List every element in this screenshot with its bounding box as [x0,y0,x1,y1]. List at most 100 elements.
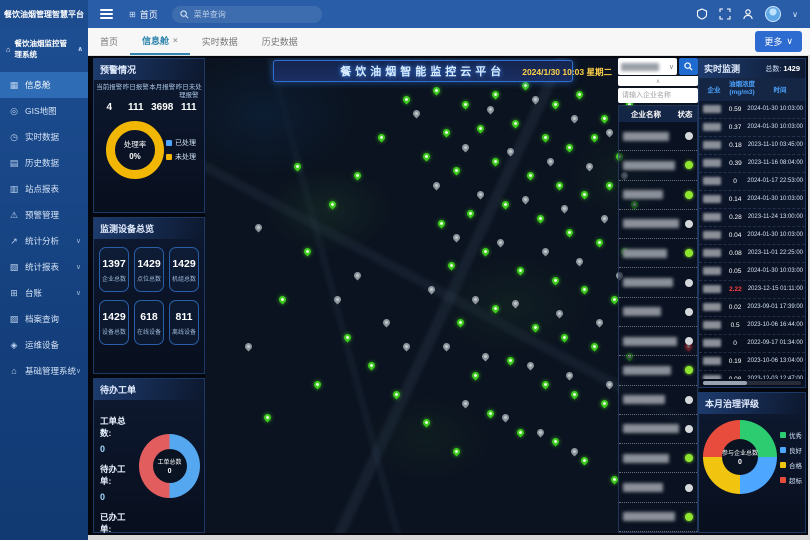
marker-online[interactable] [560,332,570,342]
sidebar-item-7[interactable]: ↗统计分析∨ [0,228,88,254]
marker-online[interactable] [476,123,486,133]
marker-online[interactable] [352,171,362,181]
marker-offline[interactable] [560,204,570,214]
realtime-row-11[interactable]: 2.222023-12-15 01:11:00 [699,281,805,299]
marker-offline[interactable] [604,380,614,390]
marker-offline[interactable] [426,285,436,295]
marker-offline[interactable] [535,427,545,437]
device-card-6[interactable]: 811离线设备 [169,300,199,345]
realtime-row-5[interactable]: 02024-01-17 22:53:00 [699,173,805,191]
marker-online[interactable] [515,427,525,437]
sidebar-item-1[interactable]: ▦信息舱 [0,72,88,98]
marker-online[interactable] [441,128,451,138]
company-row-13[interactable] [619,473,697,502]
marker-online[interactable] [595,237,605,247]
realtime-row-15[interactable]: 0.192023-10-06 13:04:00 [699,353,805,371]
realtime-row-2[interactable]: 0.372024-01-30 10:03:00 [699,119,805,137]
company-row-14[interactable] [619,503,697,532]
realtime-row-12[interactable]: 0.022023-09-01 17:39:00 [699,299,805,317]
device-card-2[interactable]: 1429点位总数 [134,247,164,292]
marker-online[interactable] [377,133,387,143]
marker-offline[interactable] [461,399,471,409]
tab-4[interactable]: 历史数据 [250,28,310,55]
marker-offline[interactable] [461,142,471,152]
marker-online[interactable] [293,161,303,171]
marker-online[interactable] [421,418,431,428]
marker-offline[interactable] [451,232,461,242]
marker-online[interactable] [421,152,431,162]
marker-online[interactable] [570,389,580,399]
marker-online[interactable] [303,247,313,257]
realtime-row-14[interactable]: 02022-09-17 01:34:00 [699,335,805,353]
marker-offline[interactable] [352,270,362,280]
marker-offline[interactable] [510,299,520,309]
marker-offline[interactable] [555,308,565,318]
marker-offline[interactable] [382,318,392,328]
company-row-3[interactable] [619,181,697,210]
marker-online[interactable] [278,294,288,304]
marker-offline[interactable] [243,342,253,352]
menu-search-box[interactable] [172,6,322,23]
marker-online[interactable] [575,90,585,100]
device-card-4[interactable]: 1429设备总数 [99,300,129,345]
marker-online[interactable] [491,304,501,314]
company-search-button[interactable] [679,58,698,75]
sidebar-item-9[interactable]: ⊞台账∨ [0,280,88,306]
company-row-12[interactable] [619,444,697,473]
marker-online[interactable] [466,209,476,219]
realtime-row-9[interactable]: 0.082023-11-01 22:25:00 [699,245,805,263]
marker-online[interactable] [451,446,461,456]
marker-online[interactable] [342,332,352,342]
marker-offline[interactable] [441,342,451,352]
realtime-row-16[interactable]: 0.082023-12-03 12:47:00 [699,371,805,379]
marker-online[interactable] [505,356,515,366]
horizontal-scrollbar[interactable] [703,381,801,385]
marker-offline[interactable] [545,156,555,166]
company-row-1[interactable] [619,122,697,151]
sidebar-system-title[interactable]: ⌂ 餐饮油烟监控管理系统 ∧ [0,28,88,72]
marker-online[interactable] [580,190,590,200]
marker-offline[interactable] [431,180,441,190]
marker-offline[interactable] [530,95,540,105]
marker-online[interactable] [590,133,600,143]
more-button[interactable]: 更多 ∨ [755,31,802,52]
tab-1[interactable]: 首页 [88,28,130,55]
sidebar-item-2[interactable]: ◎GIS地图 [0,98,88,124]
marker-online[interactable] [491,90,501,100]
sidebar-item-12[interactable]: ⌂基础管理系统∨ [0,358,88,384]
marker-offline[interactable] [501,413,511,423]
marker-online[interactable] [550,99,560,109]
company-row-9[interactable] [619,356,697,385]
marker-online[interactable] [263,413,273,423]
company-row-6[interactable] [619,268,697,297]
sidebar-item-5[interactable]: ▥站点报表 [0,176,88,202]
company-row-4[interactable] [619,210,697,239]
marker-online[interactable] [501,199,511,209]
realtime-row-10[interactable]: 0.052024-01-30 10:03:00 [699,263,805,281]
marker-online[interactable] [550,437,560,447]
realtime-row-6[interactable]: 0.142024-01-30 10:03:00 [699,191,805,209]
marker-offline[interactable] [520,194,530,204]
fullscreen-icon[interactable] [719,8,731,20]
marker-offline[interactable] [575,256,585,266]
marker-online[interactable] [580,456,590,466]
marker-offline[interactable] [570,446,580,456]
marker-online[interactable] [525,171,535,181]
sidebar-item-10[interactable]: ▨档案查询 [0,306,88,332]
realtime-row-7[interactable]: 0.282023-11-24 13:00:00 [699,209,805,227]
theme-icon[interactable] [696,8,708,20]
marker-online[interactable] [530,323,540,333]
marker-offline[interactable] [565,370,575,380]
marker-online[interactable] [312,380,322,390]
marker-offline[interactable] [496,237,506,247]
sidebar-item-11[interactable]: ◈运维设备 [0,332,88,358]
chevron-down-icon[interactable]: ∨ [792,10,798,19]
sidebar-item-6[interactable]: ⚠预警管理 [0,202,88,228]
company-row-8[interactable] [619,327,697,356]
close-icon[interactable]: × [173,36,178,45]
sidebar-item-4[interactable]: ▤历史数据 [0,150,88,176]
marker-offline[interactable] [471,294,481,304]
marker-online[interactable] [515,266,525,276]
marker-online[interactable] [600,114,610,124]
company-filter-select[interactable]: ∨ [618,58,677,75]
